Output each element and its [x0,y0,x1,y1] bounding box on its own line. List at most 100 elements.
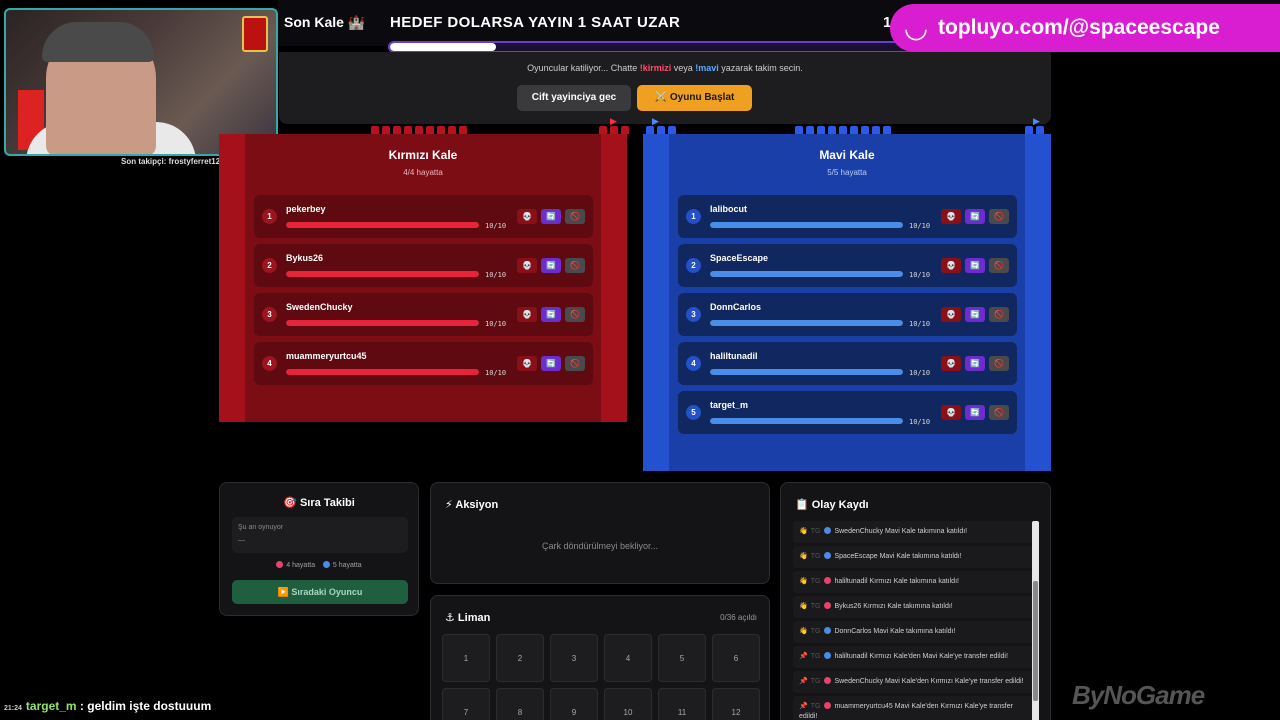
alive-summary: 4 hayatta 5 hayatta [220,561,418,569]
start-game-button[interactable]: ⚔️ Oyunu Başlat [637,85,752,111]
player-name: pekerbey [286,204,326,214]
swap-icon[interactable]: 🔄 [541,209,561,224]
ban-icon[interactable]: 🚫 [989,258,1009,273]
swap-icon[interactable]: 🔄 [541,307,561,322]
player-row: 3 SwedenChucky 10/10 💀 🔄 🚫 [254,293,593,336]
ban-icon[interactable]: 🚫 [565,307,585,322]
swap-icon[interactable]: 🔄 [541,258,561,273]
port-cell[interactable]: 4 [604,634,652,682]
player-name: Bykus26 [286,253,324,263]
port-cell[interactable]: 3 [550,634,598,682]
port-cell[interactable]: 10 [604,688,652,720]
port-cell[interactable]: 1 [442,634,490,682]
log-entry-text: DonnCarlos Mavi Kale takımına katıldı! [834,628,956,635]
log-entry: 👋 TG SpaceEscape Mavi Kale takımına katıld… [793,546,1037,568]
log-entry-text: muammeryurtcu45 Mavi Kale'den Kırmızı Ka… [799,703,1013,720]
port-cell[interactable]: 12 [712,688,760,720]
port-cell[interactable]: 8 [496,688,544,720]
player-hp-fill [710,222,903,228]
red-castle: ▶ Kırmızı Kale 4/4 hayatta 1 pekerbey 10/1… [219,116,629,422]
log-entry-icon: 👋 [799,578,808,585]
player-hp-text: 10/10 [485,320,507,328]
log-entry-time: TG [810,703,821,710]
watermark-logo: ByNoGame [1072,680,1205,710]
player-row: 2 SpaceEscape 10/10 💀 🔄 🚫 [678,244,1017,287]
swap-icon[interactable]: 🔄 [541,356,561,371]
event-log-scrollbar[interactable] [1032,521,1039,720]
player-actions: 💀 🔄 🚫 [941,307,1009,322]
skull-icon[interactable]: 💀 [517,209,537,224]
skull-icon[interactable]: 💀 [517,356,537,371]
wall-badge-icon [242,16,268,52]
player-name: target_m [710,400,749,410]
skull-icon[interactable]: 💀 [941,307,961,322]
goal-text: HEDEF DOLARSA YAYIN 1 SAAT UZAR [390,14,681,31]
ban-icon[interactable]: 🚫 [989,356,1009,371]
swap-icon[interactable]: 🔄 [965,356,985,371]
log-entry-time: TG [810,678,821,685]
port-cell[interactable]: 5 [658,634,706,682]
ban-icon[interactable]: 🚫 [565,258,585,273]
swap-icon[interactable]: 🔄 [965,307,985,322]
player-rank: 2 [262,258,277,273]
log-entry-icon: 👋 [799,603,808,610]
smile-icon: ◡ [903,12,929,43]
blue-team-dot-icon [322,561,330,568]
log-entry: 👋 TG SwedenChucky Mavi Kale takımına katıl… [793,521,1037,543]
ban-icon[interactable]: 🚫 [989,405,1009,420]
blue-player-list: 1 lalibocut 10/10 💀 🔄 🚫 2 SpaceEscape 10/10 💀 🔄 🚫 3 D… [678,195,1017,440]
skull-icon[interactable]: 💀 [941,405,961,420]
promo-text: topluyo.com/@spaceescape [938,16,1220,39]
ban-icon[interactable]: 🚫 [989,209,1009,224]
red-team-dot-icon [276,561,284,568]
join-msg-mid: veya [671,63,696,73]
action-panel: ⚡ Aksiyon Çark döndürülmeyi bekliyor... [430,482,770,584]
skull-icon[interactable]: 💀 [941,258,961,273]
player-actions: 💀 🔄 🚫 [517,209,585,224]
port-cell[interactable]: 9 [550,688,598,720]
skull-icon[interactable]: 💀 [941,356,961,371]
red-battlements [371,126,467,134]
red-castle-title: Kırmızı Kale [388,148,458,162]
last-follower: Son takipçi: frostyferret12 [121,157,221,166]
goal-progress-fill [390,43,496,51]
player-actions: 💀 🔄 🚫 [941,258,1009,273]
port-cell[interactable]: 7 [442,688,490,720]
port-cell[interactable]: 6 [712,634,760,682]
skull-icon[interactable]: 💀 [517,307,537,322]
swap-icon[interactable]: 🔄 [965,209,985,224]
event-log-title: 📋 Olay Kaydı [795,499,869,511]
log-entry: 👋 TG haliltunadil Kırmızı Kale takımına ka… [793,571,1037,593]
blue-alive-count: 5 hayatta [332,562,362,569]
swap-icon[interactable]: 🔄 [965,405,985,420]
next-player-button[interactable]: ▶️ Sıradaki Oyuncu [232,580,408,604]
red-command: !kirmizi [639,63,672,73]
join-instructions: Oyuncular katiliyor... Chatte !kirmizi v… [279,63,1051,73]
player-rank: 1 [262,209,277,224]
log-entry-text: haliltunadil Kırmızı Kale takımına katıl… [834,578,959,585]
streamer-cap [42,22,154,62]
port-cell[interactable]: 11 [658,688,706,720]
skull-icon[interactable]: 💀 [517,258,537,273]
scrollbar-thumb[interactable] [1033,581,1038,701]
port-opened-count: 0/36 açıldı [720,613,757,622]
player-hp-bar [710,320,903,326]
player-hp-bar [710,369,903,375]
player-rank: 3 [262,307,277,322]
player-name: lalibocut [710,204,748,214]
player-hp-text: 10/10 [909,369,931,377]
promo-banner: ◡ topluyo.com/@spaceescape [890,4,1280,52]
player-hp-text: 10/10 [485,369,507,377]
port-cell[interactable]: 2 [496,634,544,682]
ban-icon[interactable]: 🚫 [565,356,585,371]
skull-icon[interactable]: 💀 [941,209,961,224]
log-entry-icon: 📌 [799,653,808,660]
log-entry-text: SwedenChucky Mavi Kale'den Kırmızı Kale'… [834,678,1024,685]
log-entry-icon: 📌 [799,703,808,710]
double-streamer-button[interactable]: Cift yayinciya gec [517,85,631,111]
player-actions: 💀 🔄 🚫 [941,405,1009,420]
blue-flag-icon-right: ▶ [1033,116,1040,126]
swap-icon[interactable]: 🔄 [965,258,985,273]
ban-icon[interactable]: 🚫 [989,307,1009,322]
ban-icon[interactable]: 🚫 [565,209,585,224]
